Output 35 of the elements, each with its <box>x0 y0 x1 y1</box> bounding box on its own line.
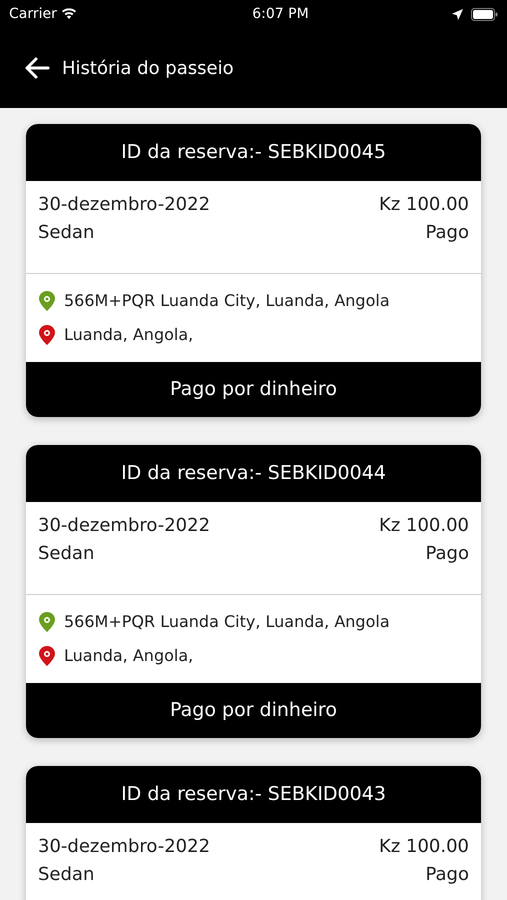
payment-method: Pago por dinheiro <box>170 698 337 724</box>
payment-status: Pago <box>425 863 469 887</box>
pickup-pin-icon <box>38 290 56 312</box>
dropoff-pin-icon <box>38 324 56 346</box>
booking-date: 30-dezembro-2022 <box>38 514 210 538</box>
vehicle-type: Sedan <box>38 542 94 566</box>
booking-card[interactable]: ID da reserva:- SEBKID0045 30-dezembro-2022 Kz 100.00 Sedan Pago 566M+PQR Luanda City, Luanda, Angola Luanda, Angola, Pago por dinheiro <box>26 124 481 417</box>
battery-icon <box>471 8 498 20</box>
page-title: História do passeio <box>62 56 234 80</box>
clock-time: 6:07 PM <box>252 4 309 24</box>
fare-amount: Kz 100.00 <box>379 835 469 859</box>
booking-id: ID da reserva:- SEBKID0044 <box>121 461 386 486</box>
location-arrow-icon <box>452 8 463 20</box>
booking-date: 30-dezembro-2022 <box>38 835 210 859</box>
payment-status: Pago <box>425 221 469 245</box>
vehicle-type: Sedan <box>38 863 94 887</box>
booking-id: ID da reserva:- SEBKID0043 <box>121 782 386 808</box>
pickup-address: 566M+PQR Luanda City, Luanda, Angola <box>64 611 390 633</box>
fare-amount: Kz 100.00 <box>379 193 469 217</box>
pickup-address: 566M+PQR Luanda City, Luanda, Angola <box>64 290 390 312</box>
fare-amount: Kz 100.00 <box>379 514 469 538</box>
booking-id: ID da reserva:- SEBKID0045 <box>121 140 386 166</box>
payment-status: Pago <box>425 542 469 566</box>
booking-date: 30-dezembro-2022 <box>38 193 210 217</box>
booking-card[interactable]: ID da reserva:- SEBKID0044 30-dezembro-2022 Kz 100.00 Sedan Pago 566M+PQR Luanda City, Luanda, Angola Luanda, Angola, Pago por dinheiro <box>26 445 481 738</box>
vehicle-type: Sedan <box>38 221 94 245</box>
booking-card[interactable]: ID da reserva:- SEBKID0043 30-dezembro-2022 Kz 100.00 Sedan Pago <box>26 766 481 900</box>
dropoff-address: Luanda, Angola, <box>64 645 194 667</box>
dropoff-address: Luanda, Angola, <box>64 324 194 346</box>
payment-method: Pago por dinheiro <box>170 377 337 402</box>
pickup-pin-icon <box>38 611 56 633</box>
dropoff-pin-icon <box>38 645 56 667</box>
carrier-label: Carrier <box>9 4 57 24</box>
back-arrow-icon[interactable] <box>24 57 50 79</box>
wifi-icon <box>60 8 77 20</box>
